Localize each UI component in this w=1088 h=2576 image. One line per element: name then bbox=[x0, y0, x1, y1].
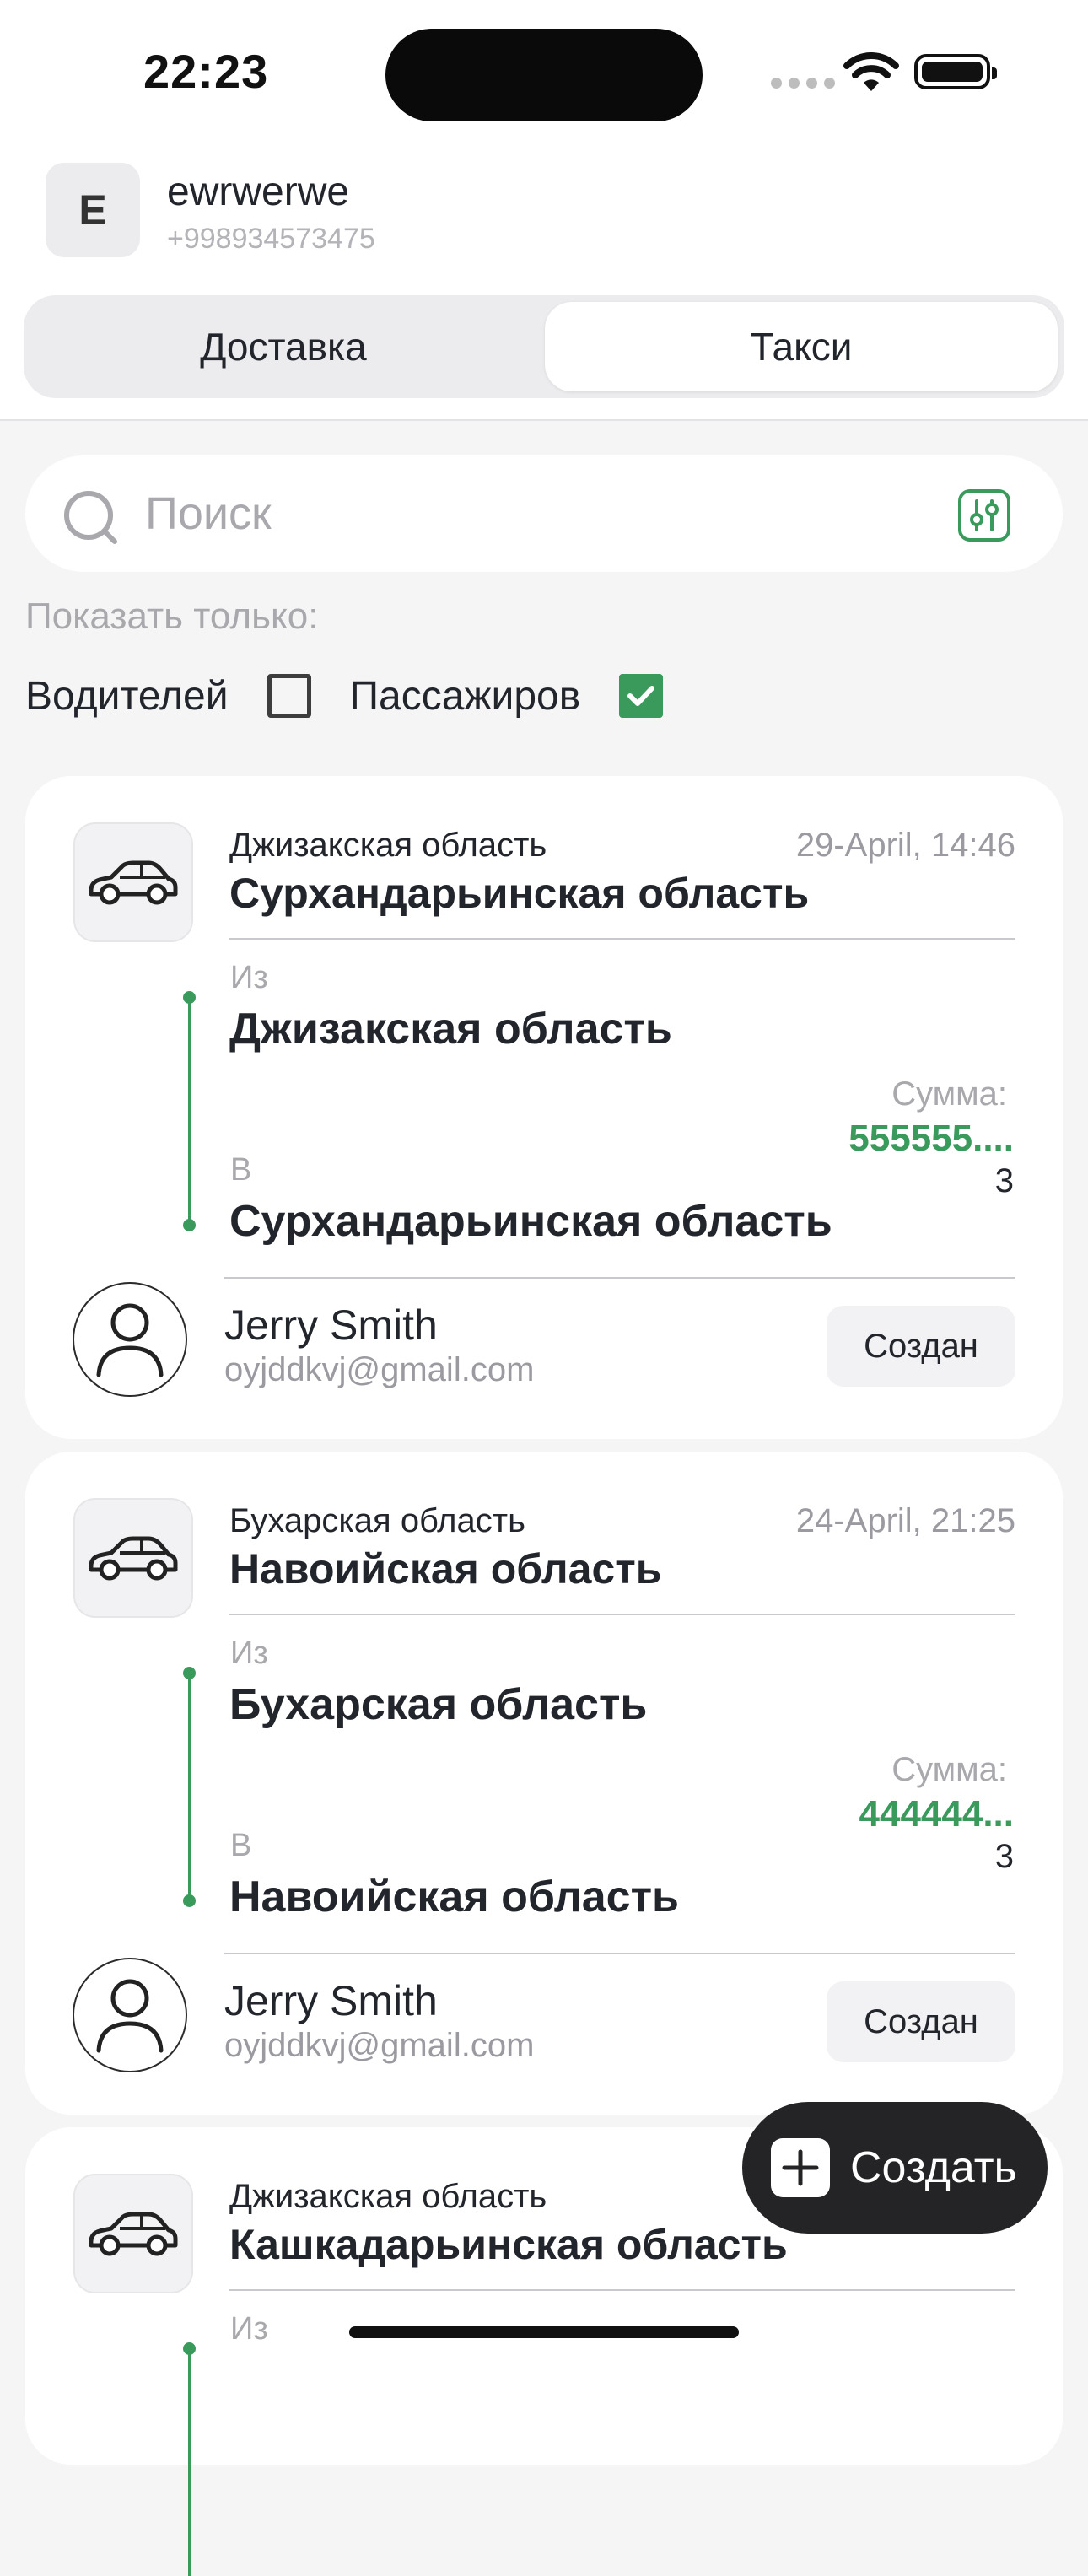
status-badge: Создан bbox=[827, 1306, 1015, 1387]
car-icon bbox=[73, 1498, 193, 1618]
tab-delivery[interactable]: Доставка bbox=[30, 302, 536, 391]
order-card[interactable]: Бухарская область 24-April, 21:25 Навоий… bbox=[25, 1452, 1063, 2115]
route-to: Сурхандарьинская область bbox=[229, 1197, 832, 1246]
status-badge: Создан bbox=[827, 1981, 1015, 2062]
user-phone: +998934573475 bbox=[167, 223, 375, 255]
user-name: ewrwerwe bbox=[167, 170, 350, 214]
to-label: В bbox=[230, 1828, 252, 1863]
order-date: 24-April, 21:25 bbox=[795, 1502, 1015, 1539]
from-label: Из bbox=[230, 2311, 268, 2347]
filter-settings-icon[interactable] bbox=[958, 489, 1010, 542]
cellular-signal-icon bbox=[771, 78, 835, 89]
person-avatar-icon bbox=[73, 1282, 187, 1397]
divider bbox=[229, 2289, 1015, 2291]
divider bbox=[229, 1614, 1015, 1615]
route-end-dot bbox=[183, 1894, 196, 1907]
order-destination-region: Навоийская область bbox=[229, 1545, 662, 1592]
search-bar[interactable]: Поиск bbox=[25, 455, 1063, 572]
filter-passengers-checkbox[interactable] bbox=[619, 674, 664, 718]
order-date: 29-April, 14:46 bbox=[795, 827, 1015, 864]
sliders-icon bbox=[970, 499, 999, 531]
order-card[interactable]: Джизакская область 29-April, 14:46 Сурха… bbox=[25, 776, 1063, 1439]
filter-drivers-label: Водителей bbox=[25, 673, 229, 719]
order-destination-region: Кашкадарьинская область bbox=[229, 2221, 788, 2268]
top-header: 22:23 E ewrwerwe +998934573475 Доставка … bbox=[0, 0, 1088, 421]
car-icon bbox=[73, 2174, 193, 2293]
person-avatar-icon bbox=[73, 1958, 187, 2072]
status-time: 22:23 bbox=[143, 45, 269, 98]
car-icon bbox=[73, 822, 193, 942]
divider bbox=[229, 938, 1015, 940]
home-indicator[interactable] bbox=[349, 2326, 739, 2338]
person-name: Jerry Smith bbox=[224, 1977, 438, 2024]
sum-label: Сумма: bbox=[891, 1751, 1007, 1788]
route-line bbox=[188, 997, 191, 1225]
filter-passengers-label: Пассажиров bbox=[349, 673, 581, 719]
route-from: Бухарская область bbox=[229, 1680, 648, 1729]
route-line bbox=[188, 1673, 191, 1900]
route-start-dot bbox=[183, 2342, 196, 2355]
plus-icon bbox=[771, 2138, 830, 2197]
person-email: oyjddkvj@gmail.com bbox=[224, 1351, 535, 1388]
sum-label: Сумма: bbox=[891, 1075, 1007, 1113]
route-end-dot bbox=[183, 1219, 196, 1231]
service-tabs: Доставка Такси bbox=[24, 295, 1064, 398]
order-origin-region: Джизакская область bbox=[229, 2178, 547, 2215]
filter-drivers-checkbox[interactable] bbox=[267, 674, 311, 718]
route-start-dot bbox=[183, 991, 196, 1004]
battery-icon bbox=[914, 54, 997, 89]
seats-count: 3 bbox=[994, 1162, 1014, 1199]
filter-title: Показать только: bbox=[25, 595, 319, 637]
divider bbox=[224, 1277, 1015, 1279]
from-label: Из bbox=[230, 1636, 268, 1671]
divider bbox=[224, 1953, 1015, 1954]
tab-taxi[interactable]: Такси bbox=[545, 302, 1058, 391]
order-origin-region: Бухарская область bbox=[229, 1502, 525, 1539]
wifi-icon bbox=[843, 52, 899, 91]
person-email: oyjddkvj@gmail.com bbox=[224, 2027, 535, 2064]
order-origin-region: Джизакская область bbox=[229, 827, 547, 864]
route-from: Джизакская область bbox=[229, 1005, 672, 1054]
seats-count: 3 bbox=[994, 1838, 1014, 1875]
route-line bbox=[188, 2348, 191, 2576]
user-avatar[interactable]: E bbox=[46, 163, 140, 257]
from-label: Из bbox=[230, 960, 268, 995]
to-label: В bbox=[230, 1152, 252, 1188]
create-button-label: Создать bbox=[850, 2143, 1017, 2192]
person-name: Jerry Smith bbox=[224, 1301, 438, 1349]
sum-value: 555555.... bbox=[848, 1118, 1014, 1159]
create-button[interactable]: Создать bbox=[742, 2102, 1048, 2234]
search-input[interactable]: Поиск bbox=[145, 488, 272, 540]
route-start-dot bbox=[183, 1667, 196, 1679]
filter-options: Водителей Пассажиров bbox=[25, 666, 702, 725]
sum-value: 444444... bbox=[859, 1793, 1015, 1835]
route-to: Навоийская область bbox=[229, 1873, 679, 1921]
checkmark-icon bbox=[627, 686, 655, 706]
order-destination-region: Сурхандарьинская область bbox=[229, 870, 810, 917]
search-icon bbox=[64, 491, 117, 544]
dynamic-island bbox=[385, 29, 703, 121]
